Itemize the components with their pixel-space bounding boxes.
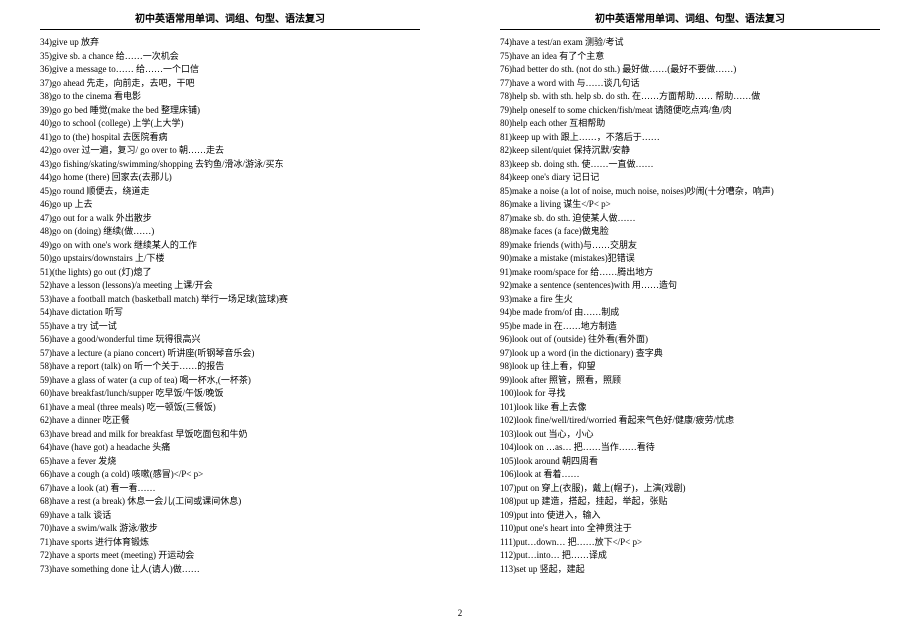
entry: 57)have a lecture (a piano concert) 听讲座(… [40,347,420,361]
entry: 98)look up 往上看，仰望 [500,360,880,374]
entry: 52)have a lesson (lessons)/a meeting 上课/… [40,279,420,293]
entry: 46)go up 上去 [40,198,420,212]
entry: 110)put one's heart into 全神贯注于 [500,522,880,536]
entry: 95)be made in 在……地方制造 [500,320,880,334]
entry: 106)look at 看着…… [500,468,880,482]
entry: 79)help oneself to some chicken/fish/mea… [500,104,880,118]
header-rule-right [500,29,880,30]
entry: 92)make a sentence (sentences)with 用……造句 [500,279,880,293]
entry: 61)have a meal (three meals) 吃一顿饭(三餐饭) [40,401,420,415]
entry: 51)(the lights) go out (灯)熄了 [40,266,420,280]
entry: 90)make a mistake (mistakes)犯错误 [500,252,880,266]
entry: 111)put…down… 把……放下</P< p> [500,536,880,550]
entry: 59)have a glass of water (a cup of tea) … [40,374,420,388]
entry: 77)have a word with 与……谈几句话 [500,77,880,91]
right-column: 初中英语常用单词、词组、句型、语法复习 74)have a test/an ex… [460,0,920,630]
entry: 38)go to the cinema 看电影 [40,90,420,104]
entry: 58)have a report (talk) on 听一个关于……的报告 [40,360,420,374]
entry: 86)make a living 谋生</P< p> [500,198,880,212]
entry: 44)go home (there) 回家去(去那儿) [40,171,420,185]
entry: 42)go over 过一遍，复习/ go over to 朝……走去 [40,144,420,158]
entry: 109)put into 使进入，输入 [500,509,880,523]
entry: 35)give sb. a chance 给……一次机会 [40,50,420,64]
entry: 48)go on (doing) 继续(做……) [40,225,420,239]
entry: 65)have a fever 发烧 [40,455,420,469]
entry: 82)keep silent/quiet 保持沉默/安静 [500,144,880,158]
page: 初中英语常用单词、词组、句型、语法复习 34)give up 放弃35)give… [0,0,920,630]
entry: 73)have something done 让人(请人)做…… [40,563,420,577]
entry: 47)go out for a walk 外出散步 [40,212,420,226]
entry: 104)look on …as… 把……当作……看待 [500,441,880,455]
entry: 105)look around 朝四周看 [500,455,880,469]
entry: 72)have a sports meet (meeting) 开运动会 [40,549,420,563]
entry: 94)be made from/of 由……制成 [500,306,880,320]
entry: 64)have (have got) a headache 头痛 [40,441,420,455]
entry: 66)have a cough (a cold) 咳嗽(感冒)</P< p> [40,468,420,482]
entry: 39)go go bed 睡觉(make the bed 整理床铺) [40,104,420,118]
entry: 56)have a good/wonderful time 玩得很高兴 [40,333,420,347]
page-number: 2 [0,608,920,618]
entry: 76)had better do sth. (not do sth.) 最好做…… [500,63,880,77]
entry: 63)have bread and milk for breakfast 早饭吃… [40,428,420,442]
entry: 101)look like 看上去像 [500,401,880,415]
entry: 88)make faces (a face)做鬼脸 [500,225,880,239]
entry: 113)set up 竖起，建起 [500,563,880,577]
entry: 81)keep up with 跟上……，不落后于…… [500,131,880,145]
entry: 78)help sb. with sth. help sb. do sth. 在… [500,90,880,104]
entry: 108)put up 建造，搭起，挂起，举起，张贴 [500,495,880,509]
entry: 99)look after 照管，照看，照顾 [500,374,880,388]
entry: 43)go fishing/skating/swimming/shopping … [40,158,420,172]
entry: 45)go round 顺便去，绕道走 [40,185,420,199]
entry: 40)go to school (college) 上学(上大学) [40,117,420,131]
entry: 89)make friends (with)与……交朋友 [500,239,880,253]
entry: 71)have sports 进行体育锻炼 [40,536,420,550]
entry: 100)look for 寻找 [500,387,880,401]
column-header-right: 初中英语常用单词、词组、句型、语法复习 [500,10,880,25]
entry: 70)have a swim/walk 游泳/散步 [40,522,420,536]
entry: 103)look out 当心，小心 [500,428,880,442]
left-list: 34)give up 放弃35)give sb. a chance 给……一次机… [40,36,420,576]
header-rule-left [40,29,420,30]
entry: 68)have a rest (a break) 休息一会儿(工间或课间休息) [40,495,420,509]
entry: 97)look up a word (in the dictionary) 查字… [500,347,880,361]
entry: 96)look out of (outside) 往外看(看外面) [500,333,880,347]
entry: 62)have a dinner 吃正餐 [40,414,420,428]
entry: 83)keep sb. doing sth. 使……一直做…… [500,158,880,172]
entry: 37)go ahead 先走，向前走，去吧，干吧 [40,77,420,91]
entry: 87)make sb. do sth. 迫使某人做…… [500,212,880,226]
entry: 49)go on with one's work 继续某人的工作 [40,239,420,253]
entry: 102)look fine/well/tired/worried 看起来气色好/… [500,414,880,428]
entry: 85)make a noise (a lot of noise, much no… [500,185,880,199]
entry: 84)keep one's diary 记日记 [500,171,880,185]
entry: 41)go to (the) hospital 去医院看病 [40,131,420,145]
entry: 74)have a test/an exam 测验/考试 [500,36,880,50]
entry: 50)go upstairs/downstairs 上/下楼 [40,252,420,266]
entry: 67)have a look (at) 看一看…… [40,482,420,496]
entry: 80)help each other 互相帮助 [500,117,880,131]
entry: 107)put on 穿上(衣服)，戴上(帽子)，上演(戏剧) [500,482,880,496]
entry: 36)give a message to…… 给……一个口信 [40,63,420,77]
entry: 34)give up 放弃 [40,36,420,50]
entry: 54)have dictation 听写 [40,306,420,320]
entry: 91)make room/space for 给……腾出地方 [500,266,880,280]
left-column: 初中英语常用单词、词组、句型、语法复习 34)give up 放弃35)give… [0,0,460,630]
entry: 75)have an idea 有了个主意 [500,50,880,64]
column-header-left: 初中英语常用单词、词组、句型、语法复习 [40,10,420,25]
entry: 53)have a football match (basketball mat… [40,293,420,307]
right-list: 74)have a test/an exam 测验/考试75)have an i… [500,36,880,576]
entry: 93)make a fire 生火 [500,293,880,307]
entry: 55)have a try 试一试 [40,320,420,334]
entry: 60)have breakfast/lunch/supper 吃早饭/午饭/晚饭 [40,387,420,401]
entry: 112)put…into… 把……译成 [500,549,880,563]
entry: 69)have a talk 谈话 [40,509,420,523]
